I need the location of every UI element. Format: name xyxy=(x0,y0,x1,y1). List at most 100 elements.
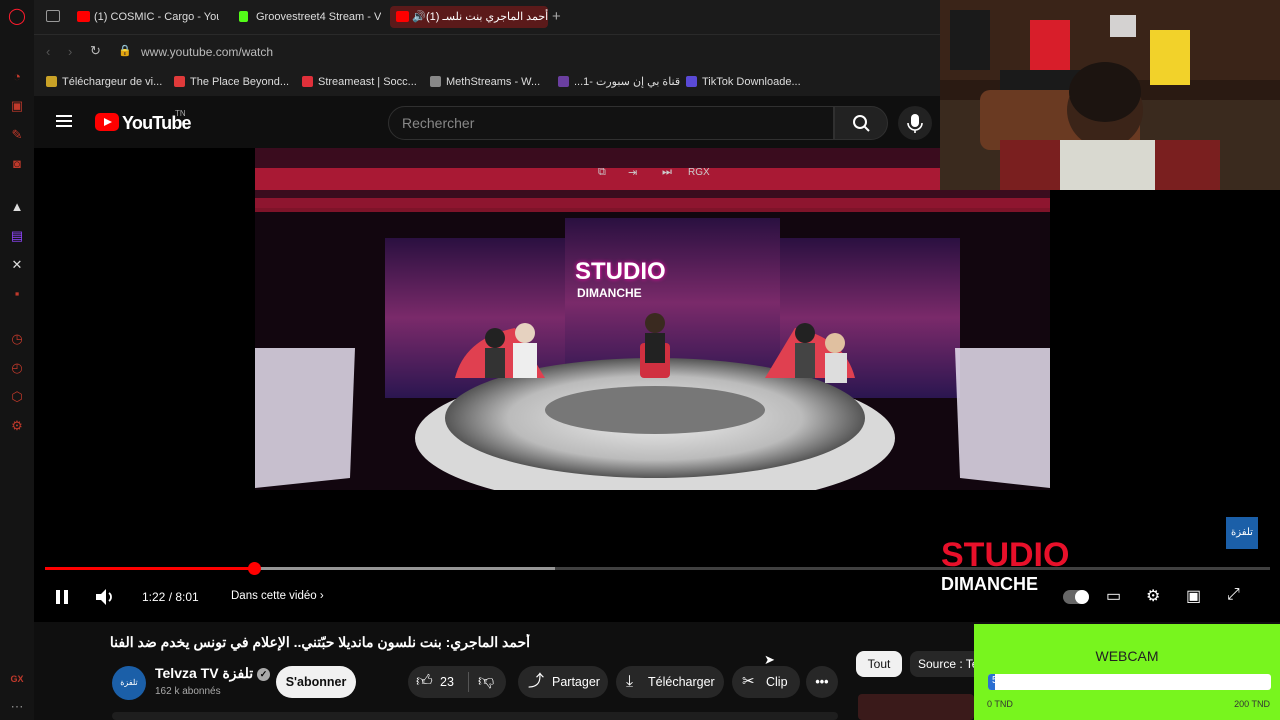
history-icon[interactable]: ◔ xyxy=(8,68,26,86)
bookmark-label: Téléchargeur de vi... xyxy=(62,76,163,88)
messenger-icon[interactable]: ◙ xyxy=(8,155,26,173)
x-icon[interactable]: ✕ xyxy=(8,256,26,274)
search-button[interactable] xyxy=(834,106,888,140)
youtube-logo-icon[interactable] xyxy=(95,113,119,131)
divider xyxy=(468,672,469,692)
autoplay-knob xyxy=(1075,590,1089,604)
donation-current: 5 xyxy=(992,675,998,686)
like-icon[interactable]: 👍︎ xyxy=(416,666,433,698)
bookmark-favicon-icon xyxy=(558,76,569,87)
clip-label: Clip xyxy=(766,675,788,689)
bookmark-item[interactable]: TikTok Downloade... xyxy=(686,74,801,90)
youtube-favicon-icon xyxy=(396,11,409,22)
new-tab-icon[interactable]: + xyxy=(552,8,561,25)
lock-icon: 🔒 xyxy=(118,45,132,57)
box-icon[interactable]: ⬡ xyxy=(8,388,26,406)
filter-chip-all[interactable]: Tout xyxy=(856,651,902,677)
download-label: Télécharger xyxy=(648,675,715,689)
download-button[interactable]: ⤓ Télécharger xyxy=(616,666,724,698)
speaker-icon[interactable]: 🔊 xyxy=(412,6,426,28)
subscriber-count: 162 k abonnés xyxy=(155,686,221,697)
filter-chip-source[interactable]: Source : Te xyxy=(910,651,974,677)
search-input[interactable]: Rechercher xyxy=(388,106,834,140)
tab-label: Groovestreet4 Stream - V xyxy=(256,11,381,23)
avatar-text: تلفزة xyxy=(120,678,138,687)
suggested-thumbnail[interactable] xyxy=(858,694,974,720)
tab-menu-icon[interactable] xyxy=(46,10,60,22)
donation-max: 200 TND xyxy=(1234,699,1270,709)
tab-groovestreet[interactable]: Groovestreet4 Stream - V xyxy=(236,6,381,28)
fullscreen-icon[interactable]: ⤢ xyxy=(1227,586,1247,608)
miniplayer-icon[interactable]: ⧉ xyxy=(598,166,606,179)
dislike-icon[interactable]: 👎︎ xyxy=(478,666,494,698)
next-icon[interactable]: ⏭ xyxy=(662,166,672,179)
clock-icon[interactable]: ◷ xyxy=(8,330,26,348)
history2-icon[interactable]: ◴ xyxy=(8,359,26,377)
chapter-button[interactable]: Dans cette vidéo › xyxy=(231,590,324,612)
bookmark-item[interactable]: Streameast | Socc... xyxy=(302,74,417,90)
channel-name[interactable]: Telvza TV تلفزة ✓ xyxy=(155,665,271,682)
volume-icon xyxy=(96,589,112,605)
settings-icon[interactable]: ⚙ xyxy=(8,417,26,435)
download-icon: ⤓ xyxy=(626,673,634,690)
tab-active-video[interactable]: 🔊 (1) أحمد الماجري بنت نلسـ xyxy=(390,6,548,28)
bookmark-favicon-icon xyxy=(686,76,697,87)
bookmark-item[interactable]: Téléchargeur de vi... xyxy=(46,74,162,90)
description-box[interactable] xyxy=(112,712,838,720)
studio-sign-sub: DIMANCHE xyxy=(577,286,642,300)
channel-avatar[interactable]: تلفزة xyxy=(112,666,146,700)
pencil-icon[interactable]: ✎ xyxy=(8,126,26,144)
like-count[interactable]: 23 xyxy=(440,666,454,698)
pause-icon xyxy=(56,590,68,604)
volume-button[interactable] xyxy=(94,586,116,608)
bookmark-label: ...1- قناة بي إن سبورت xyxy=(574,76,681,88)
webcam-scene xyxy=(940,0,1280,190)
more-actions-button[interactable]: ••• xyxy=(806,666,838,698)
player-icon[interactable]: ▪ xyxy=(8,285,26,303)
tab-bar: (1) COSMIC - Cargo - You Groovestreet4 S… xyxy=(34,0,940,34)
video-title: أحمد الماجري: بنت نلسون مانديلا حبّتني..… xyxy=(110,634,530,650)
bookmark-item[interactable]: The Place Beyond... xyxy=(174,74,289,90)
mic-icon xyxy=(907,114,923,133)
voice-search-button[interactable] xyxy=(898,106,932,140)
url-field[interactable]: www.youtube.com/watch xyxy=(141,45,273,59)
browser-sidebar: ◯ ◔ ▣ ✎ ◙ ▲ ▤ ✕ ▪ ◷ ◴ ⬡ ⚙ GX ⋯ xyxy=(0,0,34,720)
bookmark-item[interactable]: MethStreams - W... xyxy=(430,74,540,90)
aria-icon[interactable]: ▲ xyxy=(8,198,26,216)
tab-cosmic[interactable]: (1) COSMIC - Cargo - You xyxy=(74,6,219,28)
back-icon[interactable]: ‹ xyxy=(46,44,50,59)
twitch-icon[interactable]: ▤ xyxy=(8,227,26,245)
channel-watermark[interactable]: تلفزة xyxy=(1226,517,1258,549)
region-code: TN xyxy=(175,109,186,118)
forward-icon[interactable]: › xyxy=(68,44,72,59)
verified-icon: ✓ xyxy=(257,667,271,681)
youtube-favicon-icon xyxy=(77,11,90,22)
bookmark-item[interactable]: ...1- قناة بي إن سبورت xyxy=(558,74,680,90)
theater-mode-icon[interactable]: ▣ xyxy=(1186,586,1206,608)
settings-gear-icon[interactable]: ⚙ xyxy=(1146,586,1166,608)
pause-button[interactable] xyxy=(54,586,70,608)
bookmark-label: TikTok Downloade... xyxy=(702,76,801,88)
hamburger-menu-icon[interactable] xyxy=(56,115,72,117)
studio-scene xyxy=(255,148,1050,490)
opera-logo-icon[interactable]: ◯ xyxy=(8,8,26,26)
scrubber-handle[interactable] xyxy=(248,562,261,575)
channel-name-text: Telvza TV تلفزة xyxy=(155,665,254,681)
more-icon[interactable]: ⋯ xyxy=(8,698,26,716)
clip-button[interactable]: ✂ Clip xyxy=(732,666,800,698)
studio-logo-sub: DIMANCHE xyxy=(941,574,1038,594)
kick-favicon-icon xyxy=(239,11,248,22)
time-display: 1:22 / 8:01 xyxy=(142,590,199,604)
subtitles-icon[interactable]: ▭ xyxy=(1106,586,1126,608)
reload-icon[interactable]: ↻ xyxy=(90,43,101,59)
autoplay-toggle[interactable] xyxy=(1063,590,1089,604)
subscribe-button[interactable]: S'abonner xyxy=(276,666,356,698)
progress-fill xyxy=(45,567,254,570)
bag-icon[interactable]: ▣ xyxy=(8,97,26,115)
share-button[interactable]: ⤴ Partager xyxy=(518,666,608,698)
bookmark-favicon-icon xyxy=(174,76,185,87)
exit-icon[interactable]: ⇥ xyxy=(628,166,637,179)
scissors-icon: ✂ xyxy=(742,673,755,690)
video-frame[interactable]: STUDIO DIMANCHE xyxy=(255,148,1050,490)
tab-label: (1) COSMIC - Cargo - You xyxy=(94,11,219,23)
